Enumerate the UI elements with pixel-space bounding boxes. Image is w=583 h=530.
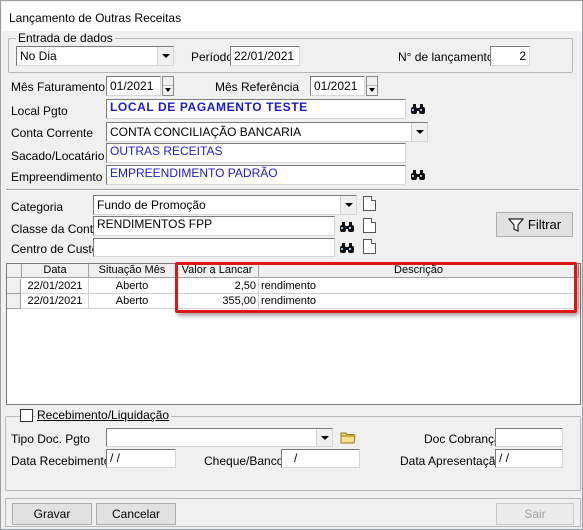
binoculars-icon[interactable] bbox=[408, 99, 428, 118]
tipo-combo[interactable]: No Dia bbox=[16, 46, 174, 66]
new-document-icon[interactable] bbox=[363, 196, 376, 211]
tipo-combo-value: No Dia bbox=[20, 49, 57, 63]
table-row-1-data[interactable]: 22/01/2021 bbox=[22, 294, 89, 309]
conta-corrente-value: CONTA CONCILIAÇÃO BANCARIA bbox=[110, 125, 302, 139]
sair-button[interactable]: Sair bbox=[496, 503, 574, 525]
header-data[interactable]: Data bbox=[22, 264, 89, 278]
new-document-icon[interactable] bbox=[363, 218, 376, 233]
chevron-down-icon[interactable] bbox=[411, 123, 427, 141]
local-pgto-value: LOCAL DE PAGAMENTO TESTE bbox=[110, 100, 308, 114]
tipo-doc-label: Tipo Doc. Pgto bbox=[11, 432, 90, 446]
spin-down-icon[interactable] bbox=[163, 86, 173, 95]
spin-up-icon[interactable] bbox=[367, 77, 377, 86]
title-bar: Lançamento de Outras Receitas bbox=[2, 2, 582, 31]
row-indicator[interactable] bbox=[7, 294, 21, 309]
spin-down-icon[interactable] bbox=[367, 86, 377, 95]
mes-faturamento-spinner[interactable] bbox=[162, 76, 174, 96]
highlight-box bbox=[175, 262, 577, 313]
spin-up-icon[interactable] bbox=[163, 77, 173, 86]
sacado-value: OUTRAS RECEITAS bbox=[110, 144, 223, 158]
classe-input[interactable]: RENDIMENTOS FPP bbox=[93, 216, 335, 236]
recebimento-legend[interactable]: Recebimento/Liquidação bbox=[35, 409, 172, 422]
n-lancamentos-label: N° de lançamentos bbox=[398, 50, 500, 64]
binoculars-icon[interactable] bbox=[337, 238, 357, 257]
centro-input[interactable] bbox=[93, 238, 335, 257]
categoria-combo[interactable]: Fundo de Promoção bbox=[93, 195, 357, 215]
empreendimento-label: Empreendimento bbox=[11, 170, 103, 184]
gravar-label: Gravar bbox=[33, 507, 71, 521]
grid-header-indicator bbox=[7, 264, 22, 278]
periodo-label: Período bbox=[191, 50, 234, 64]
gravar-button[interactable]: Gravar bbox=[12, 503, 92, 525]
entrada-legend: Entrada de dados bbox=[16, 31, 115, 45]
window-title: Lançamento de Outras Receitas bbox=[9, 11, 182, 25]
data-recebimento-input[interactable]: / / bbox=[106, 449, 176, 468]
data-apresentacao-input[interactable]: / / bbox=[495, 449, 563, 468]
categoria-label: Categoria bbox=[11, 200, 64, 214]
n-lancamentos-input[interactable]: 2 bbox=[490, 46, 530, 66]
filtrar-label: Filtrar bbox=[527, 217, 562, 232]
conta-corrente-label: Conta Corrente bbox=[11, 126, 94, 140]
cancelar-label: Cancelar bbox=[111, 507, 161, 521]
filter-icon bbox=[507, 217, 524, 232]
empreendimento-input[interactable]: EMPREENDIMENTO PADRÃO bbox=[106, 165, 406, 185]
doc-cobranca-label: Doc Cobrança bbox=[424, 432, 501, 446]
table-row-1-situacao[interactable]: Aberto bbox=[89, 294, 176, 309]
binoculars-icon[interactable] bbox=[337, 217, 357, 236]
local-pgto-input[interactable]: LOCAL DE PAGAMENTO TESTE bbox=[106, 99, 406, 119]
divider bbox=[6, 189, 579, 191]
row-indicator[interactable] bbox=[7, 279, 21, 294]
header-situacao[interactable]: Situação Mês bbox=[89, 264, 176, 278]
mes-faturamento-input[interactable]: 01/2021 bbox=[106, 76, 161, 96]
new-document-icon[interactable] bbox=[363, 239, 376, 254]
cheque-banco-input[interactable]: / bbox=[281, 449, 360, 468]
filtrar-button[interactable]: Filtrar bbox=[496, 212, 573, 237]
cancelar-button[interactable]: Cancelar bbox=[96, 503, 176, 525]
recebimento-checkbox[interactable] bbox=[20, 409, 33, 422]
mes-faturamento-label: Mês Faturamento bbox=[11, 80, 106, 94]
centro-label: Centro de Custo bbox=[11, 242, 99, 256]
chevron-down-icon[interactable] bbox=[316, 429, 332, 446]
classe-value: RENDIMENTOS FPP bbox=[97, 217, 213, 231]
local-pgto-label: Local Pgto bbox=[11, 104, 68, 118]
tipo-doc-combo[interactable] bbox=[106, 428, 333, 447]
table-row-0-situacao[interactable]: Aberto bbox=[89, 279, 176, 294]
sacado-label: Sacado/Locatário bbox=[11, 149, 105, 163]
mes-referencia-input[interactable]: 01/2021 bbox=[310, 76, 365, 96]
chevron-down-icon[interactable] bbox=[340, 196, 356, 214]
binoculars-icon[interactable] bbox=[408, 165, 428, 184]
mes-referencia-label: Mês Referência bbox=[215, 80, 300, 94]
chevron-down-icon[interactable] bbox=[157, 47, 173, 65]
main-window: Lançamento de Outras Receitas Entrada de… bbox=[0, 0, 583, 530]
conta-corrente-combo[interactable]: CONTA CONCILIAÇÃO BANCARIA bbox=[106, 122, 428, 142]
periodo-input[interactable]: 22/01/2021 bbox=[230, 46, 300, 66]
mes-referencia-spinner[interactable] bbox=[366, 76, 378, 96]
table-row-0-data[interactable]: 22/01/2021 bbox=[22, 279, 89, 294]
data-apresentacao-label: Data Apresentação bbox=[400, 454, 503, 468]
sair-label: Sair bbox=[524, 507, 546, 521]
folder-icon[interactable] bbox=[338, 428, 358, 447]
cheque-banco-label: Cheque/Banco bbox=[204, 454, 284, 468]
data-recebimento-label: Data Recebimento bbox=[11, 454, 111, 468]
empreendimento-value: EMPREENDIMENTO PADRÃO bbox=[110, 166, 278, 180]
doc-cobranca-input[interactable] bbox=[495, 428, 563, 447]
classe-label: Classe da Conta bbox=[11, 222, 100, 236]
categoria-value: Fundo de Promoção bbox=[97, 198, 206, 212]
sacado-input[interactable]: OUTRAS RECEITAS bbox=[106, 143, 406, 163]
